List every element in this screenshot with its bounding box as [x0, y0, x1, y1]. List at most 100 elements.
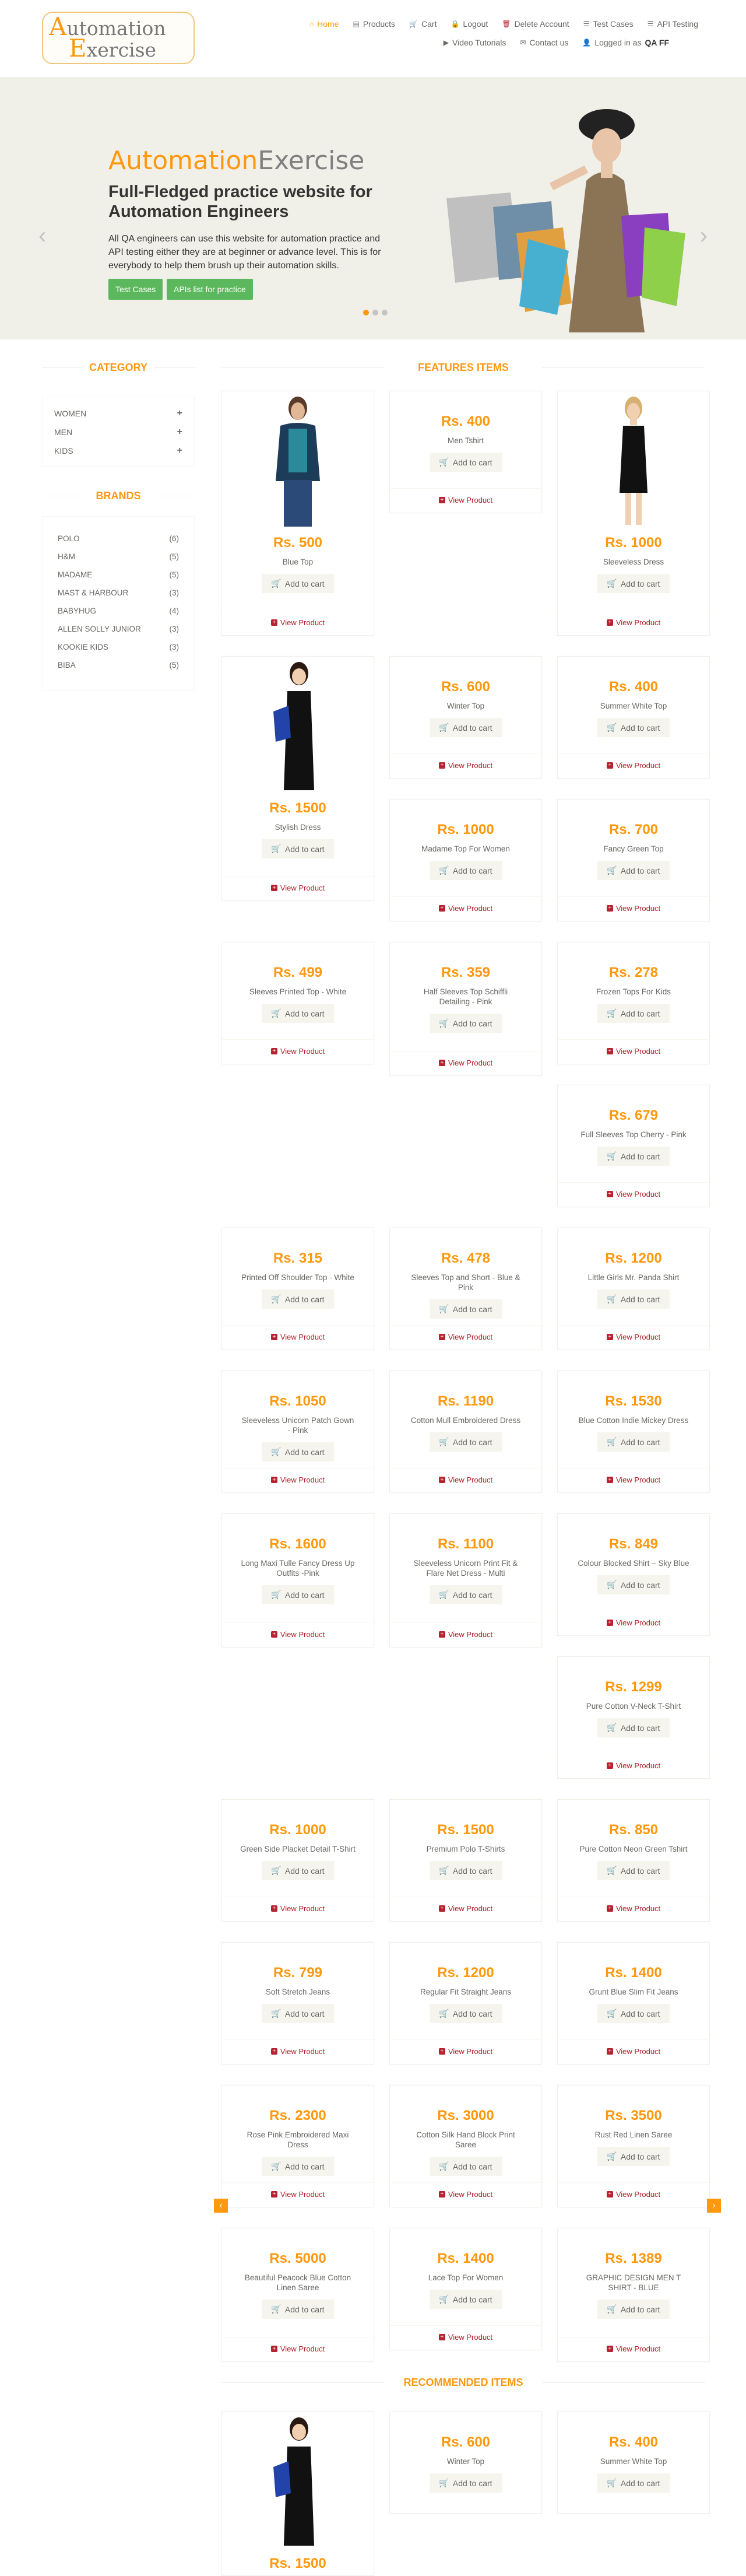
category-item[interactable]: MEN +: [54, 423, 182, 441]
add-to-cart-button[interactable]: 🛒 Add to cart: [597, 861, 670, 880]
view-product-link[interactable]: + View Product: [558, 2039, 709, 2064]
view-product-link[interactable]: + View Product: [558, 611, 709, 635]
add-to-cart-button[interactable]: 🛒 Add to cart: [262, 839, 334, 858]
add-to-cart-button[interactable]: 🛒 Add to cart: [430, 2290, 502, 2309]
brand-item[interactable]: ALLEN SOLLY JUNIOR (3): [58, 620, 179, 638]
brand-item[interactable]: BIBA (5): [58, 656, 179, 674]
add-to-cart-button[interactable]: 🛒 Add to cart: [262, 2300, 334, 2319]
add-to-cart-button[interactable]: 🛒 Add to cart: [262, 2004, 334, 2023]
view-product-link[interactable]: + View Product: [222, 2182, 374, 2207]
brand-item[interactable]: MADAME (5): [58, 566, 179, 584]
add-to-cart-button[interactable]: 🛒 Add to cart: [597, 1147, 670, 1166]
add-to-cart-button[interactable]: 🛒 Add to cart: [262, 574, 334, 593]
nav-products[interactable]: ▤ Products: [346, 16, 402, 31]
view-product-link[interactable]: + View Product: [390, 1622, 541, 1647]
brand-item[interactable]: POLO (6): [58, 530, 179, 548]
view-product-link[interactable]: + View Product: [390, 753, 541, 778]
view-product-link[interactable]: + View Product: [390, 1051, 541, 1075]
add-to-cart-button[interactable]: 🛒 Add to cart: [430, 1861, 502, 1880]
view-product-link[interactable]: + View Product: [558, 753, 709, 778]
view-product-link[interactable]: + View Product: [390, 1468, 541, 1492]
plus-icon[interactable]: +: [177, 408, 182, 419]
nav-home[interactable]: ⌂ Home: [302, 16, 346, 31]
view-product-link[interactable]: + View Product: [390, 2182, 541, 2207]
add-to-cart-button[interactable]: 🛒 Add to cart: [430, 1432, 502, 1452]
add-to-cart-button[interactable]: 🛒 Add to cart: [597, 1004, 670, 1023]
view-product-link[interactable]: + View Product: [558, 1325, 709, 1350]
apis-list-button[interactable]: APIs list for practice: [167, 279, 253, 300]
add-to-cart-button[interactable]: 🛒 Add to cart: [430, 453, 502, 472]
add-to-cart-button[interactable]: 🛒 Add to cart: [597, 1718, 670, 1737]
add-to-cart-button[interactable]: 🛒 Add to cart: [430, 718, 502, 737]
add-to-cart-button[interactable]: 🛒 Add to cart: [597, 1289, 670, 1309]
view-product-link[interactable]: + View Product: [222, 1325, 374, 1350]
plus-icon[interactable]: +: [177, 427, 182, 437]
view-product-link[interactable]: + View Product: [558, 2182, 709, 2207]
view-product-link[interactable]: + View Product: [222, 611, 374, 635]
view-product-link[interactable]: + View Product: [390, 2325, 541, 2350]
view-product-link[interactable]: + View Product: [222, 1039, 374, 1064]
view-product-link[interactable]: + View Product: [558, 1611, 709, 1635]
add-to-cart-button[interactable]: 🛒 Add to cart: [430, 2157, 502, 2176]
test-cases-button[interactable]: Test Cases: [108, 279, 163, 300]
nav-logout[interactable]: 🔒 Logout: [444, 16, 495, 31]
add-to-cart-button[interactable]: 🛒 Add to cart: [430, 2473, 502, 2493]
view-product-link[interactable]: + View Product: [390, 2039, 541, 2064]
nav-cart[interactable]: 🛒 Cart: [402, 16, 444, 31]
site-logo[interactable]: Automation Exercise: [42, 12, 195, 64]
add-to-cart-button[interactable]: 🛒 Add to cart: [262, 2157, 334, 2176]
category-item[interactable]: WOMEN +: [54, 404, 182, 423]
brand-item[interactable]: KOOKIE KIDS (3): [58, 638, 179, 656]
view-product-link[interactable]: + View Product: [222, 2337, 374, 2361]
add-to-cart-button[interactable]: 🛒 Add to cart: [262, 1004, 334, 1023]
add-to-cart-button[interactable]: 🛒 Add to cart: [597, 1432, 670, 1452]
add-to-cart-button[interactable]: 🛒 Add to cart: [597, 1575, 670, 1594]
recommended-prev-icon[interactable]: ‹: [214, 2199, 228, 2213]
category-item[interactable]: KIDS +: [54, 441, 182, 460]
view-product-link[interactable]: + View Product: [558, 1039, 709, 1064]
nav-api-testing[interactable]: ☰ API Testing: [641, 16, 705, 31]
add-to-cart-button[interactable]: 🛒 Add to cart: [430, 861, 502, 880]
add-to-cart-button[interactable]: 🛒 Add to cart: [597, 2300, 670, 2319]
nav-test-cases[interactable]: ☰ Test Cases: [576, 16, 641, 31]
add-to-cart-button[interactable]: 🛒 Add to cart: [597, 2004, 670, 2023]
view-product-link[interactable]: + View Product: [222, 1622, 374, 1647]
add-to-cart-button[interactable]: 🛒 Add to cart: [262, 1289, 334, 1309]
add-to-cart-button[interactable]: 🛒 Add to cart: [597, 574, 670, 593]
view-product-link[interactable]: + View Product: [558, 1468, 709, 1492]
add-to-cart-button[interactable]: 🛒 Add to cart: [430, 1014, 502, 1033]
view-product-link[interactable]: + View Product: [558, 896, 709, 921]
add-to-cart-button[interactable]: 🛒 Add to cart: [262, 1585, 334, 1604]
brand-item[interactable]: MAST & HARBOUR (3): [58, 584, 179, 602]
add-to-cart-button[interactable]: 🛒 Add to cart: [430, 2004, 502, 2023]
add-to-cart-button[interactable]: 🛒 Add to cart: [597, 1861, 670, 1880]
view-product-link[interactable]: + View Product: [390, 1897, 541, 1921]
plus-icon[interactable]: +: [177, 446, 182, 456]
add-to-cart-button[interactable]: 🛒 Add to cart: [262, 1861, 334, 1880]
slider-prev-icon[interactable]: ‹: [38, 223, 46, 249]
view-product-link[interactable]: + View Product: [222, 1897, 374, 1921]
view-product-link[interactable]: + View Product: [390, 488, 541, 513]
nav-contact-us[interactable]: ✉ Contact us: [513, 35, 575, 50]
slider-dots[interactable]: [363, 310, 388, 316]
add-to-cart-button[interactable]: 🛒 Add to cart: [430, 1299, 502, 1319]
view-product-link[interactable]: + View Product: [222, 876, 374, 900]
nav-video-tutorials[interactable]: ▶ Video Tutorials: [437, 35, 513, 50]
view-product-link[interactable]: + View Product: [390, 896, 541, 921]
add-to-cart-button[interactable]: 🛒 Add to cart: [597, 2147, 670, 2166]
add-to-cart-button[interactable]: 🛒 Add to cart: [262, 1442, 334, 1462]
nav-delete-account[interactable]: 🗑 Delete Account: [495, 16, 576, 31]
view-product-link[interactable]: + View Product: [558, 2337, 709, 2361]
view-product-link[interactable]: + View Product: [558, 1754, 709, 1778]
view-product-link[interactable]: + View Product: [222, 2039, 374, 2064]
view-product-link[interactable]: + View Product: [558, 1182, 709, 1207]
view-product-link[interactable]: + View Product: [390, 1325, 541, 1350]
brand-item[interactable]: BABYHUG (4): [58, 602, 179, 620]
view-product-link[interactable]: + View Product: [222, 1468, 374, 1492]
brand-item[interactable]: H&M (5): [58, 548, 179, 566]
recommended-next-icon[interactable]: ›: [707, 2199, 721, 2213]
view-product-link[interactable]: + View Product: [558, 1897, 709, 1921]
add-to-cart-button[interactable]: 🛒 Add to cart: [430, 1585, 502, 1604]
add-to-cart-button[interactable]: 🛒 Add to cart: [597, 2473, 670, 2493]
add-to-cart-button[interactable]: 🛒 Add to cart: [597, 718, 670, 737]
